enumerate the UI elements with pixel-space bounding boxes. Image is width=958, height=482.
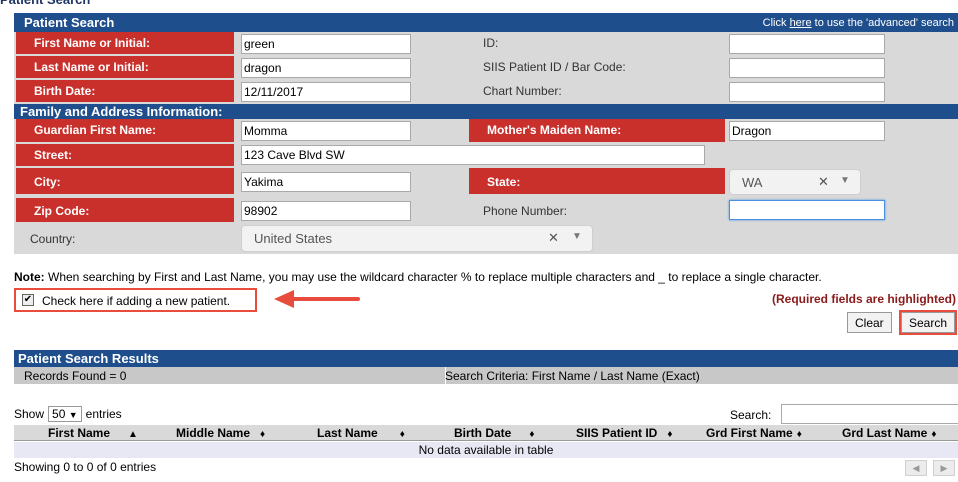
street-label: Street: <box>16 144 234 166</box>
arrow-left-icon <box>274 290 360 308</box>
state-select[interactable]: WA ✕ ▼ <box>729 169 861 195</box>
last-name-input[interactable] <box>241 58 411 78</box>
last-name-label: Last Name or Initial: <box>16 56 234 78</box>
page-length-select[interactable]: 50 ▼ <box>48 406 82 422</box>
results-info-bar: Records Found = 0 Search Criteria: First… <box>14 367 958 384</box>
form-row-birth-date: Birth Date: Chart Number: <box>14 80 958 104</box>
clear-button[interactable]: Clear <box>847 312 892 333</box>
form-row-city: City: State: WA ✕ ▼ <box>14 168 958 198</box>
maiden-name-label: Mother's Maiden Name: <box>469 119 725 142</box>
col-last-name[interactable]: Last Name ♦ <box>317 426 405 440</box>
chart-number-label: Chart Number: <box>469 80 725 102</box>
phone-input[interactable] <box>729 200 885 220</box>
patient-search-header: Patient Search Click here to use the 'ad… <box>14 13 958 32</box>
sort-both-icon: ♦ <box>796 429 802 440</box>
col-middle-name[interactable]: Middle Name ♦ <box>176 426 265 440</box>
country-select[interactable]: United States ✕ ▼ <box>241 225 593 252</box>
form-row-first-name: First Name or Initial: ID: <box>14 32 958 56</box>
maiden-name-input[interactable] <box>729 121 885 141</box>
chevron-down-icon: ▼ <box>68 410 78 420</box>
street-input[interactable] <box>241 145 705 165</box>
state-label: State: <box>469 168 725 194</box>
advanced-search-hint: Click here to use the 'advanced' search <box>762 17 954 29</box>
new-patient-checkbox-row[interactable]: ✔ Check here if adding a new patient. <box>14 288 257 312</box>
chart-number-input[interactable] <box>729 82 885 102</box>
siis-label: SIIS Patient ID / Bar Code: <box>469 56 725 78</box>
zip-input[interactable] <box>241 201 411 221</box>
required-fields-note: (Required fields are highlighted) <box>771 292 956 306</box>
form-row-country: Country: United States ✕ ▼ <box>14 224 958 254</box>
col-siis-id[interactable]: SIIS Patient ID ♦ <box>576 426 672 440</box>
col-birth-date[interactable]: Birth Date ♦ <box>454 426 534 440</box>
guardian-input[interactable] <box>241 121 411 141</box>
table-info: Showing 0 to 0 of 0 entries <box>14 460 157 474</box>
page-length-control: Show 50 ▼ entries <box>14 406 122 422</box>
sort-both-icon: ♦ <box>667 429 673 440</box>
siis-input[interactable] <box>729 58 885 78</box>
search-button[interactable]: Search <box>898 310 958 335</box>
search-criteria: Search Criteria: First Name / Last Name … <box>445 369 700 383</box>
city-input[interactable] <box>241 172 411 192</box>
results-header: Patient Search Results <box>14 350 958 367</box>
wildcard-note: Note: When searching by First and Last N… <box>14 270 822 284</box>
guardian-label: Guardian First Name: <box>16 119 234 142</box>
id-label: ID: <box>469 32 725 54</box>
country-label: Country: <box>16 224 234 252</box>
form-row-zip: Zip Code: Phone Number: <box>14 198 958 224</box>
sort-both-icon: ♦ <box>529 429 535 440</box>
first-name-label: First Name or Initial: <box>16 32 234 54</box>
new-patient-label: Check here if adding a new patient. <box>42 294 231 308</box>
form-row-guardian: Guardian First Name: Mother's Maiden Nam… <box>14 119 958 144</box>
family-section-title: Family and Address Information: <box>14 104 958 119</box>
records-found: Records Found = 0 <box>24 369 127 383</box>
page-heading-cut: Patient Search <box>0 0 300 8</box>
phone-label: Phone Number: <box>469 198 725 222</box>
birth-date-label: Birth Date: <box>16 80 234 102</box>
birth-date-input[interactable] <box>241 82 411 102</box>
chevron-down-icon[interactable]: ▼ <box>840 175 850 186</box>
first-name-input[interactable] <box>241 34 411 54</box>
form-row-street: Street: <box>14 144 958 168</box>
clear-x-icon[interactable]: ✕ <box>818 174 829 190</box>
sort-both-icon: ♦ <box>931 429 937 440</box>
zip-label: Zip Code: <box>16 198 234 222</box>
col-guardian-first[interactable]: Grd First Name ♦ <box>706 426 802 440</box>
next-page-icon[interactable]: ▶ <box>933 460 955 476</box>
table-search-label: Search: <box>730 408 772 422</box>
state-value: WA <box>742 175 763 190</box>
form-row-last-name: Last Name or Initial: SIIS Patient ID / … <box>14 56 958 80</box>
id-input[interactable] <box>729 34 885 54</box>
sort-both-icon: ♦ <box>260 429 266 440</box>
empty-table-message: No data available in table <box>14 442 958 458</box>
checkbox-checked-icon[interactable]: ✔ <box>22 294 34 306</box>
results-table-header: First Name ▲ Middle Name ♦ Last Name ♦ Birt… <box>14 425 958 441</box>
section-title: Patient Search <box>24 15 115 30</box>
sort-both-icon: ♦ <box>399 429 405 440</box>
col-guardian-last[interactable]: Grd Last Name ♦ <box>842 426 936 440</box>
chevron-down-icon[interactable]: ▼ <box>572 231 582 242</box>
advanced-search-link[interactable]: here <box>790 17 812 29</box>
sort-asc-icon: ▲ <box>128 429 138 440</box>
country-value: United States <box>254 231 333 246</box>
col-first-name[interactable]: First Name ▲ <box>48 426 138 440</box>
prev-page-icon[interactable]: ◀ <box>905 460 927 476</box>
city-label: City: <box>16 168 234 194</box>
clear-x-icon[interactable]: ✕ <box>548 230 559 246</box>
table-search-input[interactable] <box>781 404 958 424</box>
